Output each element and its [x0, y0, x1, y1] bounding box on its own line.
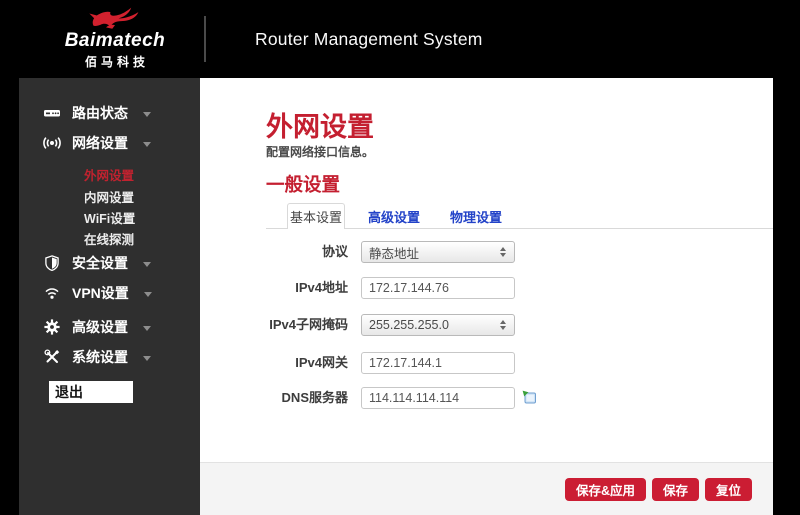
sidebar-item-label: 网络设置: [72, 135, 128, 151]
logout-label: 退出: [55, 384, 83, 400]
tab-physical-settings[interactable]: 物理设置: [450, 203, 502, 229]
vpn-signal-icon: [43, 285, 61, 301]
horse-logo-icon: [52, 4, 178, 31]
submenu-label: WiFi设置: [84, 211, 136, 226]
network-broadcast-icon: [43, 135, 61, 151]
chevron-down-icon: [143, 142, 151, 147]
protocol-value: 静态地址: [369, 246, 420, 261]
dns-server-input[interactable]: [361, 387, 515, 409]
submenu-label: 内网设置: [84, 190, 135, 205]
gear-icon: [43, 319, 61, 335]
add-entry-icon[interactable]: [522, 390, 537, 405]
sidebar-subitem-lan-settings[interactable]: 内网设置: [84, 188, 135, 205]
brand-logo: Baimatech 佰马科技: [52, 3, 178, 70]
header-divider: [204, 16, 206, 62]
brand-name-cn: 佰马科技: [84, 54, 149, 69]
select-stepper-icon: [500, 320, 506, 330]
sidebar-item-vpn-settings[interactable]: VPN设置: [43, 283, 152, 303]
protocol-label: 协议: [321, 244, 348, 259]
page-title: 外网设置: [266, 112, 374, 142]
sidebar-item-network-settings[interactable]: 网络设置: [43, 133, 151, 153]
sidebar-item-security-settings[interactable]: 安全设置: [43, 253, 151, 273]
sidebar-item-label: 系统设置: [72, 349, 128, 365]
ipv4-gateway-label: IPv4网关: [295, 355, 348, 370]
reset-button[interactable]: 复位: [704, 477, 752, 501]
tools-icon: [43, 349, 61, 365]
submenu-label: 外网设置: [84, 168, 135, 183]
tab-basic-settings[interactable]: 基本设置: [287, 203, 345, 229]
submenu-label: 在线探测: [84, 232, 135, 247]
dns-server-label: DNS服务器: [281, 390, 348, 405]
sidebar-item-router-status[interactable]: 路由状态: [43, 103, 151, 123]
app-header: Baimatech 佰马科技 Router Management System: [0, 0, 800, 78]
sidebar-item-label: 高级设置: [72, 319, 128, 335]
logout-button[interactable]: 退出: [49, 381, 133, 403]
form-row-ipv4-netmask: IPv4子网掩码 255.255.255.0: [200, 314, 560, 336]
sidebar-subitem-wan-settings[interactable]: 外网设置: [84, 166, 135, 183]
sidebar-item-system-settings[interactable]: 系统设置: [43, 347, 151, 367]
sidebar-item-label: VPN设置: [72, 285, 129, 301]
sidebar-subitem-wifi-settings[interactable]: WiFi设置: [84, 209, 136, 226]
tab-bar: 基本设置 高级设置 物理设置: [266, 203, 773, 229]
ipv4-netmask-select[interactable]: 255.255.255.0: [361, 314, 515, 336]
chevron-down-icon: [143, 326, 151, 331]
main-content: 外网设置 配置网络接口信息。 一般设置 基本设置 高级设置 物理设置 协议 静态…: [200, 78, 773, 515]
save-apply-button[interactable]: 保存&应用: [564, 477, 646, 501]
app-title: Router Management System: [255, 28, 483, 49]
form-row-ipv4-gateway: IPv4网关: [200, 352, 560, 374]
tab-advanced-settings[interactable]: 高级设置: [368, 203, 420, 229]
save-button[interactable]: 保存: [651, 477, 699, 501]
brand-name: Baimatech: [64, 30, 166, 51]
sidebar-subitem-online-detect[interactable]: 在线探测: [84, 230, 135, 247]
ipv4-gateway-input[interactable]: [361, 352, 515, 374]
form-row-protocol: 协议 静态地址: [200, 241, 560, 263]
ipv4-address-label: IPv4地址: [295, 280, 348, 295]
chevron-down-icon: [143, 356, 151, 361]
form-row-ipv4-address: IPv4地址: [200, 277, 560, 299]
chevron-down-icon: [143, 262, 151, 267]
section-title: 一般设置: [266, 174, 341, 195]
action-bar: 保存&应用 保存 复位: [200, 462, 773, 515]
page-subtitle: 配置网络接口信息。: [266, 145, 375, 159]
ipv4-netmask-value: 255.255.255.0: [369, 318, 449, 332]
sidebar-item-label: 安全设置: [72, 255, 128, 271]
sidebar: 路由状态 网络设置 外网设置 内网设置 WiFi设置 在线探测 安全设置 VPN…: [19, 78, 200, 515]
chevron-down-icon: [143, 292, 152, 297]
shield-icon: [43, 255, 61, 271]
router-status-icon: [43, 105, 61, 121]
ipv4-netmask-label: IPv4子网掩码: [269, 317, 348, 332]
select-stepper-icon: [500, 247, 506, 257]
sidebar-item-advanced-settings[interactable]: 高级设置: [43, 317, 151, 337]
ipv4-address-input[interactable]: [361, 277, 515, 299]
chevron-down-icon: [143, 112, 151, 117]
protocol-select[interactable]: 静态地址: [361, 241, 515, 263]
sidebar-item-label: 路由状态: [72, 105, 128, 121]
form-row-dns-server: DNS服务器: [200, 387, 560, 409]
